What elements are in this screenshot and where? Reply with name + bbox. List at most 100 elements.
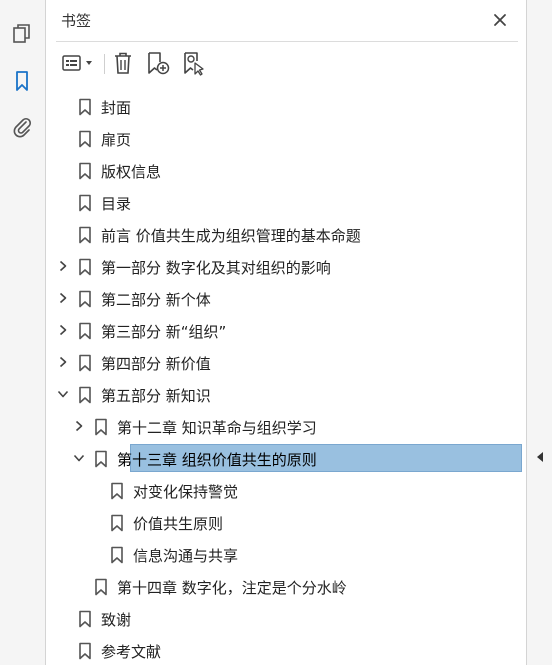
bookmark-icon [79, 226, 91, 244]
bookmark-label: 信息沟通与共享 [133, 547, 239, 565]
attachment-icon [13, 117, 32, 138]
bookmark-item-icon [78, 354, 92, 372]
bookmark-label: 价值共生原则 [133, 515, 224, 533]
bookmark-row[interactable]: 第十二章 知识革命与组织学习 [46, 412, 526, 440]
bookmark-row[interactable]: 封面 [46, 92, 526, 120]
bookmark-row[interactable]: 对变化保持警觉 [46, 476, 526, 504]
bookmark-label: 致谢 [101, 611, 132, 629]
bookmark-label: 第十二章 知识革命与组织学习 [117, 419, 317, 437]
bookmark-label: 版权信息 [101, 163, 162, 181]
bookmark-row[interactable]: 前言 价值共生成为组织管理的基本命题 [46, 220, 526, 248]
bookmark-icon [79, 258, 91, 276]
bookmarks-panel: 书签 封面 扉页 版权信息 目录 前言 价值共生成为组织管理的基本命题 第一部分… [46, 0, 526, 665]
bookmark-icon [95, 578, 107, 596]
bookmark-icon [79, 610, 91, 628]
collapse-panel-button[interactable] [533, 449, 547, 465]
bookmark-icon [79, 290, 91, 308]
bookmark-label: 第十三章 组织价值共生的原则 [117, 451, 317, 469]
bookmark-from-structure-button[interactable] [180, 50, 208, 76]
bookmark-icon [95, 418, 107, 436]
bookmark-row[interactable]: 致谢 [46, 604, 526, 632]
header-divider [56, 41, 518, 42]
bookmark-row[interactable]: 第二部分 新个体 [46, 284, 526, 312]
bookmark-from-structure-icon [184, 52, 204, 76]
expand-toggle[interactable] [56, 323, 70, 337]
expand-toggle[interactable] [72, 419, 86, 433]
bookmark-label: 扉页 [101, 131, 132, 149]
bookmark-item-icon [78, 610, 92, 628]
bookmark-row[interactable]: 参考文献 [46, 636, 526, 664]
bookmark-icon [79, 386, 91, 404]
bookmark-icon [79, 194, 91, 212]
delete-icon [115, 52, 131, 74]
pages-icon [13, 24, 30, 43]
bookmark-label: 对变化保持警觉 [133, 483, 239, 501]
chevron-right-icon [59, 260, 67, 272]
options-menu-button[interactable] [59, 50, 99, 76]
bookmark-row[interactable]: 信息沟通与共享 [46, 540, 526, 568]
bookmark-item-icon [78, 386, 92, 404]
bookmark-icon [79, 162, 91, 180]
bookmark-label: 参考文献 [101, 643, 162, 661]
bookmark-icon [79, 354, 91, 372]
page-thumbnails-button[interactable] [9, 21, 35, 47]
bookmark-icon [111, 482, 123, 500]
bookmark-icon [79, 130, 91, 148]
chevron-right-icon [59, 324, 67, 336]
expand-toggle[interactable] [56, 259, 70, 273]
right-collapse-strip [526, 0, 552, 665]
bookmarks-panel-button[interactable] [9, 68, 35, 94]
bookmark-row[interactable]: 价值共生原则 [46, 508, 526, 536]
expand-toggle[interactable] [56, 355, 70, 369]
close-icon [494, 14, 506, 26]
bookmark-item-icon [78, 130, 92, 148]
bookmark-item-icon [78, 98, 92, 116]
chevron-right-icon [59, 356, 67, 368]
chevron-right-icon [59, 292, 67, 304]
bookmark-row[interactable]: 第一部分 数字化及其对组织的影响 [46, 252, 526, 280]
toolbar-separator [104, 54, 105, 74]
bookmark-row[interactable]: 目录 [46, 188, 526, 216]
bookmark-row[interactable]: 第三部分 新“组织” [46, 316, 526, 344]
attachments-panel-button[interactable] [9, 114, 35, 140]
bookmark-row[interactable]: 第十三章 组织价值共生的原则 [46, 444, 526, 472]
bookmark-label: 第三部分 新“组织” [101, 323, 227, 341]
bookmark-row[interactable]: 第四部分 新价值 [46, 348, 526, 376]
expand-toggle[interactable] [56, 291, 70, 305]
bookmark-item-icon [78, 162, 92, 180]
bookmark-icon [95, 450, 107, 468]
bookmark-row[interactable]: 版权信息 [46, 156, 526, 184]
bookmark-label: 第四部分 新价值 [101, 355, 211, 373]
bookmark-icon [111, 546, 123, 564]
collapse-toggle[interactable] [56, 387, 70, 401]
bookmark-item-icon [110, 482, 124, 500]
close-panel-button[interactable] [490, 10, 510, 30]
bookmark-item-icon [78, 194, 92, 212]
delete-bookmark-button[interactable] [110, 50, 136, 76]
bookmark-item-icon [94, 450, 108, 468]
bookmark-item-icon [94, 578, 108, 596]
bookmark-item-icon [78, 290, 92, 308]
bookmark-row[interactable]: 第十四章 数字化，注定是个分水岭 [46, 572, 526, 600]
bookmark-label: 第二部分 新个体 [101, 291, 211, 309]
bookmark-item-icon [110, 546, 124, 564]
panel-header: 书签 [46, 0, 526, 40]
panel-title: 书签 [61, 12, 92, 30]
chevron-down-icon [57, 390, 69, 398]
bookmark-item-icon [110, 514, 124, 532]
bookmark-item-icon [94, 418, 108, 436]
bookmark-row[interactable]: 扉页 [46, 124, 526, 152]
bookmark-row[interactable]: 第五部分 新知识 [46, 380, 526, 408]
bookmark-icon [16, 71, 28, 91]
new-bookmark-icon [148, 52, 170, 75]
bookmark-label: 封面 [101, 99, 132, 117]
chevron-right-icon [75, 420, 83, 432]
bookmark-item-icon [78, 258, 92, 276]
left-navigation-rail [0, 0, 46, 665]
new-bookmark-button[interactable] [144, 50, 172, 76]
bookmark-icon [79, 642, 91, 660]
bookmark-item-icon [78, 322, 92, 340]
bookmark-toolbar [46, 46, 526, 80]
bookmark-label: 第五部分 新知识 [101, 387, 211, 405]
collapse-toggle[interactable] [72, 451, 86, 465]
